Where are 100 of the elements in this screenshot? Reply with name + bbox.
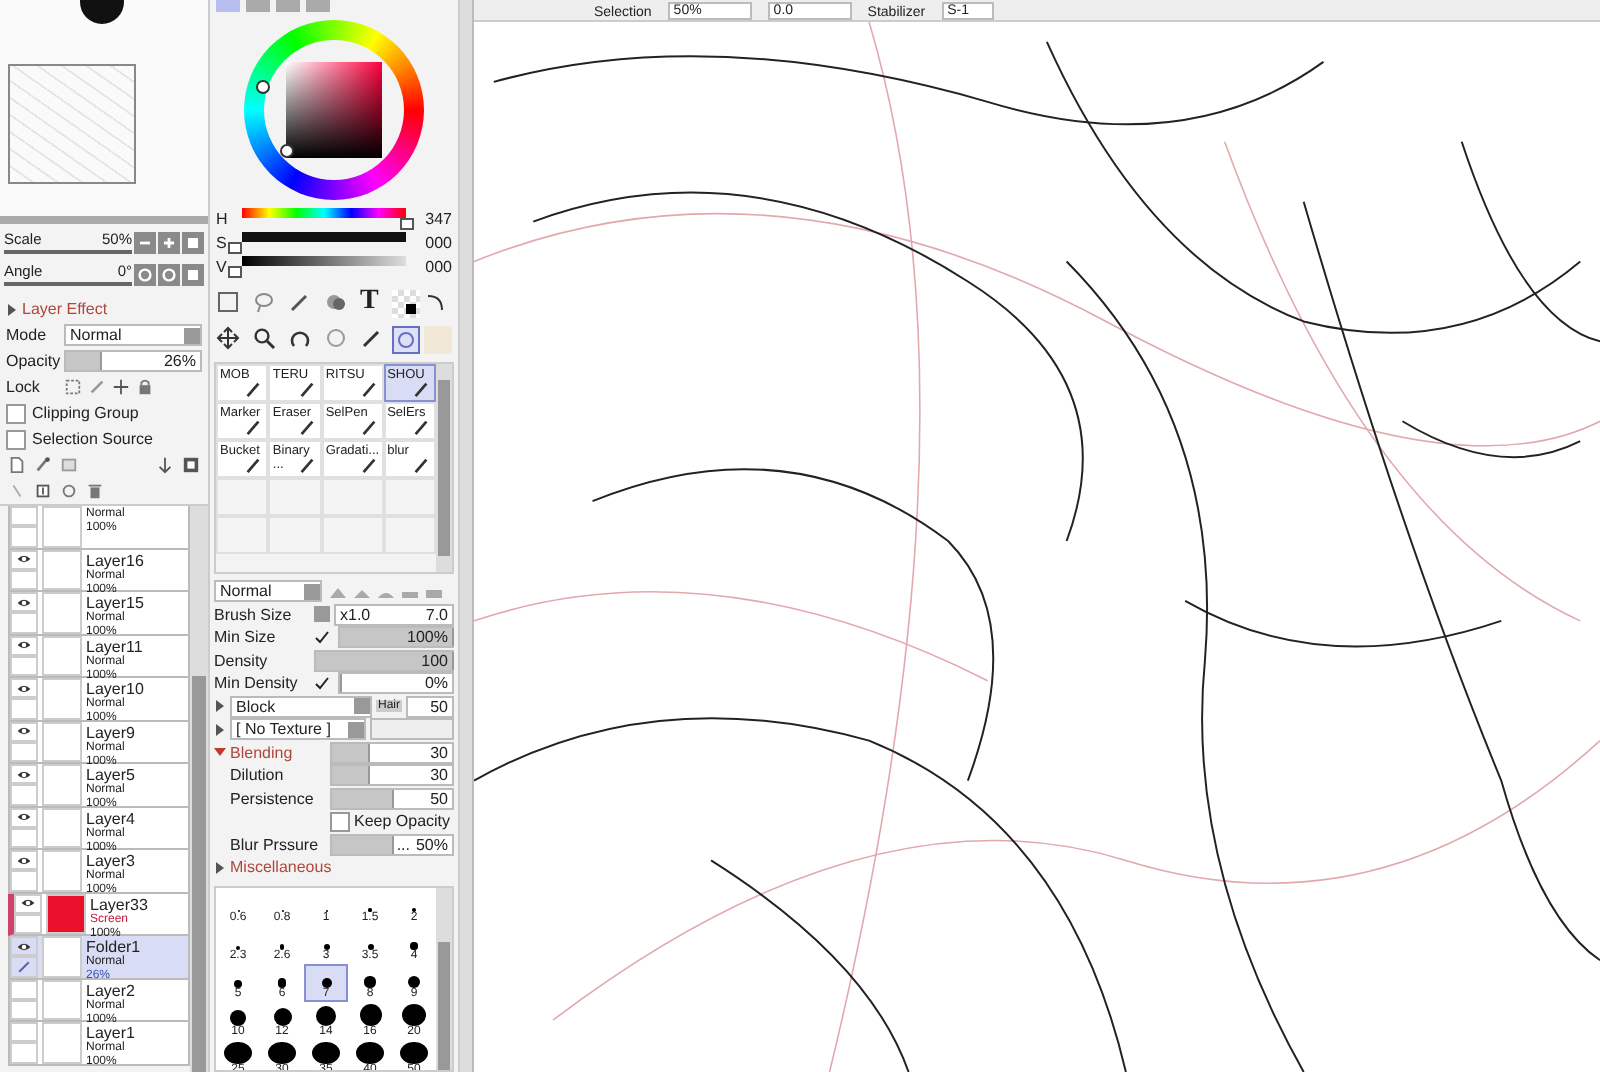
- brush-size-toggle[interactable]: [314, 606, 330, 623]
- eye-icon: [16, 810, 32, 825]
- slider-track[interactable]: 100: [314, 649, 454, 672]
- layer-name: Layer11: [86, 637, 143, 655]
- new-layer-icon[interactable]: [8, 456, 26, 474]
- rgb-slider-tab[interactable]: [246, 0, 270, 12]
- zoom-icon[interactable]: [252, 326, 276, 350]
- visibility-toggle[interactable]: [10, 635, 38, 656]
- brush-shape-icons[interactable]: [326, 583, 446, 600]
- expand-triangle-icon[interactable]: [6, 303, 18, 315]
- opacity-label: Opacity: [6, 352, 58, 370]
- pressure-checkbox[interactable]: [314, 629, 334, 646]
- scrollbar[interactable]: [436, 887, 452, 1070]
- visibility-toggle[interactable]: [10, 807, 38, 828]
- slider-track[interactable]: ... 50%: [330, 833, 454, 856]
- visibility-toggle[interactable]: [10, 678, 38, 699]
- blur-pressure-label: Blur Prssure: [230, 835, 321, 854]
- keep-opacity-label: Keep Opacity: [354, 812, 451, 831]
- navigator-preview[interactable]: [0, 0, 208, 224]
- visibility-toggle[interactable]: [10, 721, 38, 742]
- brush-tool-icon: [297, 418, 316, 436]
- layer-thumbnail: [42, 936, 82, 977]
- slider-track[interactable]: 100%: [338, 626, 454, 649]
- merge-down-icon[interactable]: [60, 482, 78, 500]
- bucket-icon[interactable]: [324, 290, 348, 314]
- scrollbar[interactable]: [436, 364, 452, 572]
- rotate-icon[interactable]: [288, 326, 312, 350]
- miscellaneous-header[interactable]: Miscellaneous: [230, 858, 332, 877]
- layer-name: Folder1: [86, 938, 141, 956]
- secondary-color-swatch[interactable]: [424, 326, 452, 354]
- pressure-checkbox[interactable]: [314, 675, 334, 692]
- lasso-icon[interactable]: [252, 290, 276, 314]
- visibility-toggle[interactable]: [10, 1022, 38, 1043]
- checkbox[interactable]: [330, 811, 350, 832]
- scrollbar[interactable]: [190, 506, 208, 1072]
- rotate-left-button[interactable]: [134, 263, 156, 285]
- eye-icon: [16, 638, 32, 653]
- persistence-label: Persistence: [230, 789, 316, 808]
- selection-icon[interactable]: [216, 290, 240, 314]
- merge-icon[interactable]: [156, 456, 174, 474]
- blend-mode-dropdown[interactable]: Normal: [64, 324, 202, 346]
- layer-thumbnail: [42, 721, 82, 762]
- slider-thumb[interactable]: [228, 241, 242, 253]
- texture-dropdown[interactable]: [ No Texture ]: [230, 718, 366, 741]
- slider-track[interactable]: 30: [330, 741, 454, 764]
- transparent-color-icon[interactable]: [392, 326, 420, 354]
- pen-icon[interactable]: [88, 378, 106, 396]
- blending-header[interactable]: Blending: [230, 743, 326, 762]
- transfer-down-icon[interactable]: [34, 482, 52, 500]
- checkbox-label: Clipping Group: [32, 404, 139, 422]
- visibility-toggle[interactable]: [10, 592, 38, 613]
- checkbox[interactable]: [6, 403, 26, 423]
- color-swatch[interactable]: [392, 290, 420, 318]
- layer-thumbnail: [42, 635, 82, 676]
- trash-icon[interactable]: [86, 482, 104, 500]
- slider-track[interactable]: 26%: [64, 350, 202, 372]
- visibility-toggle[interactable]: [10, 764, 38, 785]
- slider-thumb[interactable]: [228, 265, 242, 277]
- slider-value: 100: [421, 651, 450, 670]
- brush-size-field[interactable]: x1.0 7.0: [334, 603, 454, 626]
- visibility-toggle[interactable]: [14, 893, 42, 914]
- brush-blend-dropdown[interactable]: Normal: [214, 580, 322, 603]
- visibility-toggle[interactable]: [10, 936, 38, 957]
- text-tool[interactable]: T: [360, 290, 392, 322]
- brush-shape-dropdown[interactable]: Block: [230, 695, 372, 718]
- visibility-toggle[interactable]: [10, 979, 38, 1000]
- rotate-right-button[interactable]: [158, 263, 180, 285]
- hsv-slider-tab[interactable]: [276, 0, 300, 12]
- lock-transparency-icon[interactable]: [64, 378, 82, 396]
- expand-triangle-icon[interactable]: [214, 746, 226, 759]
- layer-effect-header[interactable]: Layer Effect: [22, 300, 108, 318]
- layer-menu-icon[interactable]: [182, 456, 200, 474]
- brush-tool-icon: [412, 380, 430, 398]
- slider-label: S: [216, 233, 228, 251]
- slider-value: 50: [430, 789, 450, 808]
- brush-tool-icon: [359, 456, 378, 474]
- lock-icon[interactable]: [136, 378, 154, 396]
- new-linework-layer-icon[interactable]: [34, 456, 52, 474]
- visibility-toggle[interactable]: [10, 506, 38, 527]
- move-icon[interactable]: [112, 378, 130, 396]
- brush-tool-icon: [297, 380, 316, 398]
- slider-track[interactable]: 50: [330, 787, 454, 810]
- hair-field[interactable]: 50: [406, 695, 454, 718]
- new-folder-icon[interactable]: [60, 456, 78, 474]
- eye-icon: [16, 681, 32, 696]
- slider-value: 30: [430, 743, 450, 762]
- checkbox[interactable]: [6, 429, 26, 449]
- move-icon[interactable]: [216, 326, 240, 350]
- slider-thumb[interactable]: [400, 217, 415, 229]
- slider-track[interactable]: 30: [330, 764, 454, 787]
- brush-tool-icon: [244, 456, 263, 474]
- expand-triangle-icon[interactable]: [214, 861, 226, 874]
- visibility-toggle[interactable]: [10, 549, 38, 570]
- slider-value: 0%: [424, 674, 450, 693]
- color-wheel-tab[interactable]: [216, 0, 240, 12]
- slider-label: H: [216, 209, 228, 227]
- visibility-toggle[interactable]: [10, 850, 38, 871]
- slider-value: ... 50%: [396, 835, 450, 854]
- slider-track[interactable]: 0%: [338, 672, 454, 695]
- clear-layer-icon[interactable]: [8, 482, 26, 500]
